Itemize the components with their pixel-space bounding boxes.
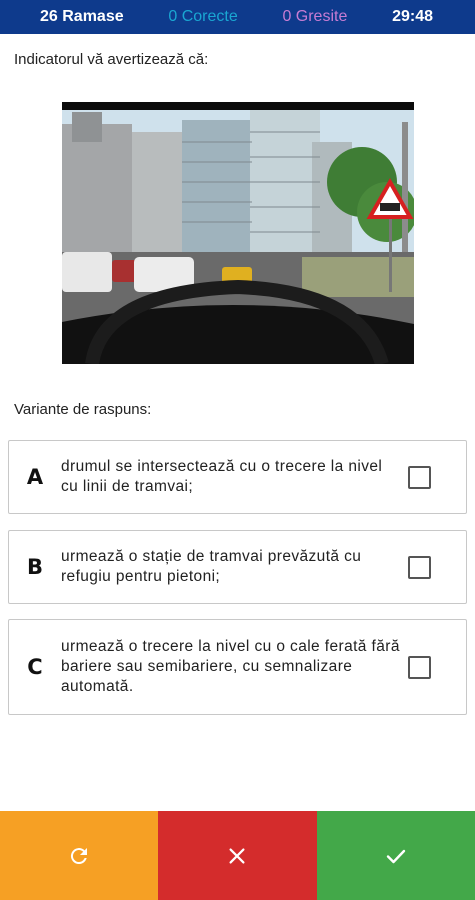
close-icon xyxy=(229,847,246,864)
option-b[interactable]: B urmează o stație de tramvai prevăzută … xyxy=(8,530,467,604)
option-text: urmează o trecere la nivel cu o cale fer… xyxy=(61,638,400,695)
option-a-checkbox[interactable] xyxy=(408,465,431,489)
road-scene-image xyxy=(62,102,414,364)
timer: 29:48 xyxy=(392,8,433,25)
option-letter: C xyxy=(27,655,43,679)
correct-count: 0 Corecte xyxy=(168,8,238,25)
option-a[interactable]: A drumul se intersectează cu o trecere l… xyxy=(8,440,467,514)
wrong-count: 0 Gresite xyxy=(282,8,348,25)
option-letter: B xyxy=(26,555,43,579)
refresh-icon xyxy=(71,847,88,864)
option-text: drumul se intersectează cu o trecere la … xyxy=(61,458,383,495)
check-icon xyxy=(386,849,406,863)
question-image xyxy=(62,102,414,364)
option-b-checkbox[interactable] xyxy=(408,555,431,579)
top-status-bar: 26 Ramase 0 Corecte 0 Gresite 29:48 xyxy=(0,0,475,34)
option-c-checkbox[interactable] xyxy=(408,655,431,679)
bottom-action-bar xyxy=(0,811,475,900)
reset-button[interactable] xyxy=(0,811,159,900)
answers-label: Variante de raspuns: xyxy=(14,401,152,418)
option-letter: A xyxy=(26,465,44,489)
remaining-count: 26 Ramase xyxy=(40,8,124,25)
option-c[interactable]: C urmează o trecere la nivel cu o cale f… xyxy=(8,619,467,715)
option-text: urmează o stație de tramvai prevăzută cu… xyxy=(61,548,362,585)
submit-button[interactable] xyxy=(316,811,475,900)
question-text: Indicatorul vă avertizează că: xyxy=(14,51,209,68)
clear-button[interactable] xyxy=(158,811,317,900)
